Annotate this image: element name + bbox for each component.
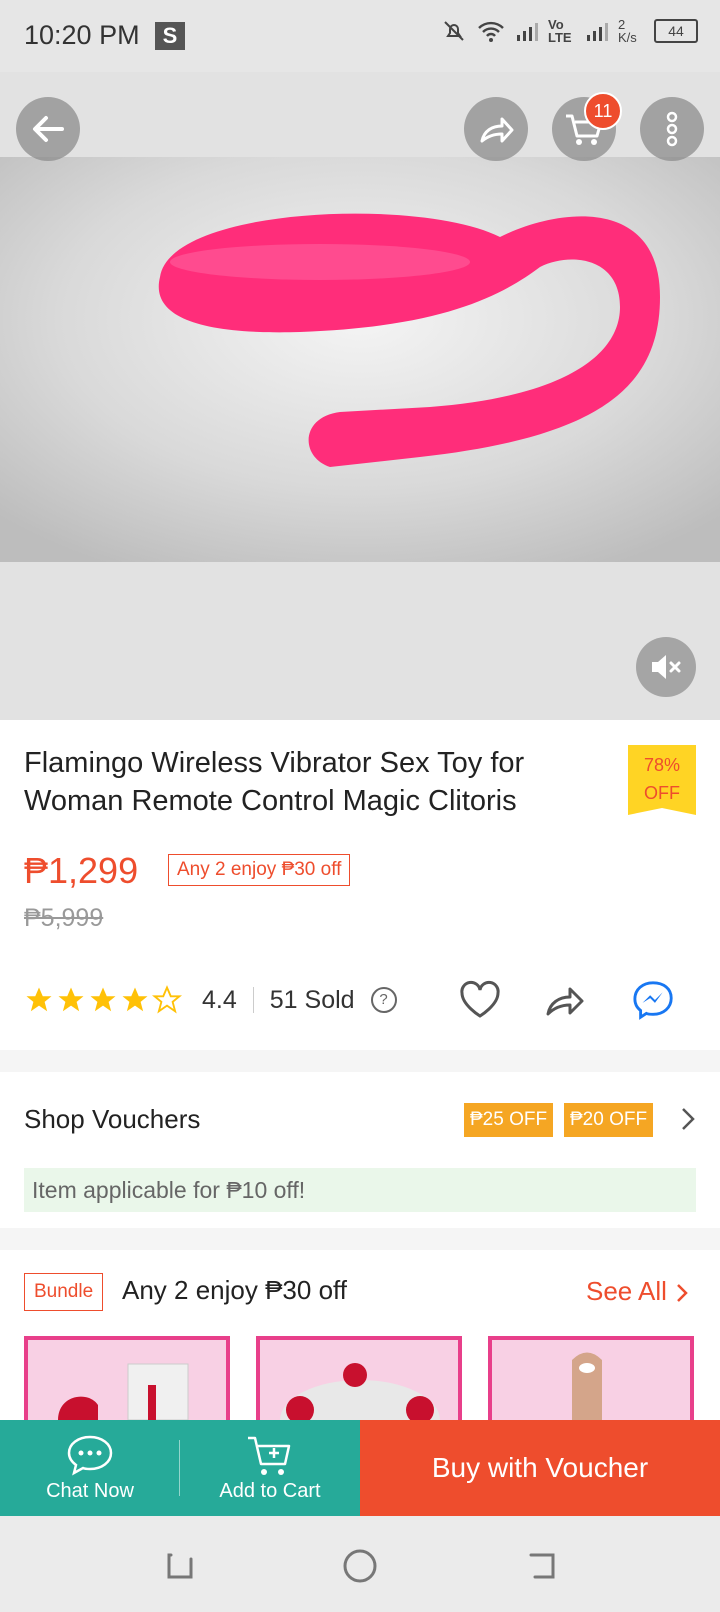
more-vertical-icon (666, 111, 678, 147)
bundle-product-card[interactable] (256, 1336, 462, 1420)
chat-now-button[interactable]: Chat Now (0, 1420, 180, 1516)
add-to-cart-label: Add to Cart (219, 1479, 321, 1502)
bundle-product-card[interactable] (24, 1336, 230, 1420)
discount-badge: 78% OFF (628, 745, 696, 815)
product-price: ₱1,299 (24, 850, 139, 891)
rating-value: 4.4 (202, 985, 237, 1014)
share-top-button[interactable] (464, 97, 528, 161)
messenger-icon (633, 981, 673, 1020)
cart-count-badge: 11 (584, 92, 622, 130)
section-gap (0, 1228, 720, 1250)
speed-label: 2 K/s (618, 17, 637, 45)
voucher-chip-1[interactable]: ₱25 OFF (464, 1103, 554, 1137)
share-icon (546, 987, 584, 1016)
chat-now-label: Chat Now (46, 1479, 134, 1502)
status-icons: Vo LTE 2 K/s 44 (442, 18, 698, 44)
volte-label: Vo LTE (548, 17, 572, 45)
see-all-link[interactable]: See All (586, 1276, 690, 1307)
rating-row[interactable]: 4.4 51 Sold ? (24, 980, 397, 1020)
star-filled-icon (58, 987, 84, 1012)
wifi-icon (478, 21, 504, 42)
section-gap (0, 1050, 720, 1072)
back-nav-button[interactable] (522, 1546, 562, 1586)
product-image[interactable] (0, 157, 720, 562)
see-all-label: See All (586, 1276, 667, 1306)
product-title: Flamingo Wireless Vibrator Sex Toy for W… (24, 747, 525, 817)
chevron-right-icon[interactable] (678, 1104, 698, 1141)
star-filled-icon (122, 987, 148, 1012)
star-empty-icon (152, 985, 182, 1014)
product-thumbnail (280, 1363, 440, 1420)
discount-percent: 78% (643, 755, 681, 775)
shop-vouchers-label: Shop Vouchers (24, 1104, 201, 1134)
recent-apps-button[interactable] (160, 1546, 200, 1586)
back-nav-icon (529, 1553, 555, 1579)
star-filled-icon (26, 987, 52, 1012)
volume-mute-icon (652, 655, 681, 679)
promo-chip[interactable]: Any 2 enjoy ₱30 off (168, 854, 351, 886)
applicable-discount-bar: Item applicable for ₱10 off! (24, 1168, 696, 1212)
share-icon (480, 117, 514, 143)
bundle-tag: Bundle (24, 1273, 104, 1311)
product-thumbnail (58, 1363, 189, 1420)
sold-count: 51 Sold (269, 985, 355, 1014)
bundle-product-card[interactable] (488, 1336, 694, 1420)
more-options-button[interactable] (640, 97, 704, 161)
rating-stars (24, 985, 182, 1015)
original-price: ₱5,999 (24, 904, 104, 932)
share-button[interactable] (544, 978, 588, 1022)
notification-off-icon (444, 21, 464, 41)
arrow-left-icon (33, 116, 64, 142)
rating-divider (252, 987, 254, 1013)
signal-icon (517, 23, 538, 41)
recents-icon (167, 1553, 193, 1579)
chevron-right-icon (677, 1284, 688, 1303)
messenger-share-button[interactable] (632, 978, 676, 1022)
mute-button[interactable] (636, 637, 696, 697)
star-filled-icon (90, 987, 116, 1012)
s-badge-icon: S (155, 22, 185, 50)
chat-icon (67, 1435, 113, 1475)
signal-2-icon (587, 23, 608, 41)
product-thumbnail (572, 1352, 602, 1420)
heart-icon (460, 980, 500, 1018)
home-button[interactable] (340, 1546, 380, 1586)
bundle-title: Any 2 enjoy ₱30 off (122, 1275, 348, 1305)
help-icon[interactable]: ? (370, 987, 397, 1013)
buy-with-voucher-button[interactable]: Buy with Voucher (360, 1420, 720, 1516)
like-button[interactable] (458, 978, 502, 1022)
battery-icon: 44 (654, 19, 698, 43)
back-button[interactable] (16, 97, 80, 161)
status-time: 10:20 PM (24, 20, 140, 50)
voucher-chip-2[interactable]: ₱20 OFF (564, 1103, 654, 1137)
add-to-cart-button[interactable]: Add to Cart (180, 1420, 360, 1516)
add-cart-icon (248, 1436, 291, 1475)
discount-off-label: OFF (644, 783, 680, 803)
home-circle-icon (343, 1549, 377, 1583)
